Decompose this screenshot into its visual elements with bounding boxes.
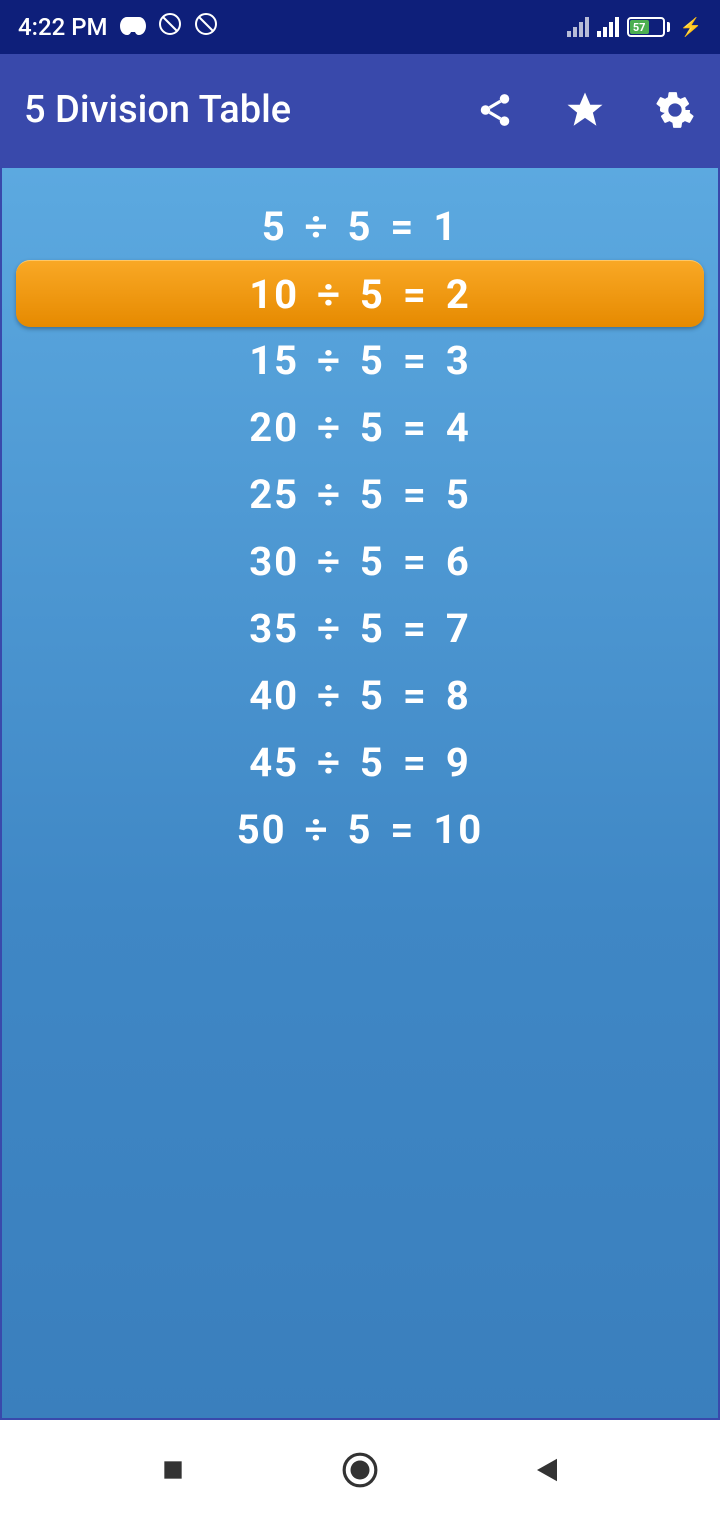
battery-icon: 57 xyxy=(627,17,670,37)
dividend: 15 xyxy=(249,337,299,384)
equals: = xyxy=(390,806,415,853)
divisor: 5 xyxy=(360,271,385,318)
equation: 30 ÷ 5 = 6 xyxy=(249,538,471,585)
dividend: 20 xyxy=(249,404,299,451)
status-right: 57 ⚡ xyxy=(567,17,702,38)
divisor: 5 xyxy=(360,605,385,652)
do-not-disturb-icon xyxy=(158,12,182,42)
signal-icon-1 xyxy=(567,17,589,37)
divisor: 5 xyxy=(347,806,372,853)
divisor: 5 xyxy=(360,739,385,786)
operator: ÷ xyxy=(305,806,330,853)
equals: = xyxy=(390,203,415,250)
operator: ÷ xyxy=(317,471,342,518)
status-time: 4:22 PM xyxy=(18,13,108,41)
table-row[interactable]: 20 ÷ 5 = 4 xyxy=(2,394,718,461)
divisor: 5 xyxy=(360,538,385,585)
share-icon xyxy=(476,91,514,129)
result: 8 xyxy=(446,672,471,719)
operator: ÷ xyxy=(305,203,330,250)
equals: = xyxy=(403,271,428,318)
divisor: 5 xyxy=(360,337,385,384)
status-left: 4:22 PM xyxy=(18,12,218,42)
table-row[interactable]: 10 ÷ 5 = 2 xyxy=(16,260,704,327)
navigation-bar xyxy=(0,1420,720,1520)
operator: ÷ xyxy=(317,672,342,719)
table-row[interactable]: 40 ÷ 5 = 8 xyxy=(2,662,718,729)
square-icon xyxy=(160,1457,186,1483)
result: 7 xyxy=(446,605,471,652)
result: 9 xyxy=(446,739,471,786)
result: 10 xyxy=(433,806,483,853)
equals: = xyxy=(403,337,428,384)
triangle-back-icon xyxy=(532,1455,562,1485)
equation: 35 ÷ 5 = 7 xyxy=(249,605,471,652)
operator: ÷ xyxy=(317,271,342,318)
game-icon xyxy=(120,13,146,41)
dividend: 25 xyxy=(249,471,299,518)
table-row[interactable]: 25 ÷ 5 = 5 xyxy=(2,461,718,528)
result: 5 xyxy=(446,471,471,518)
divisor: 5 xyxy=(360,672,385,719)
equation: 15 ÷ 5 = 3 xyxy=(249,337,471,384)
dividend: 5 xyxy=(262,203,287,250)
equals: = xyxy=(403,605,428,652)
table-row[interactable]: 45 ÷ 5 = 9 xyxy=(2,729,718,796)
app-bar: 5 Division Table xyxy=(0,54,720,166)
result: 1 xyxy=(433,203,458,250)
circle-icon xyxy=(341,1451,379,1489)
table-row[interactable]: 15 ÷ 5 = 3 xyxy=(2,327,718,394)
share-button[interactable] xyxy=(474,89,516,131)
result: 6 xyxy=(446,538,471,585)
settings-button[interactable] xyxy=(654,89,696,131)
dividend: 40 xyxy=(249,672,299,719)
table-row[interactable]: 30 ÷ 5 = 6 xyxy=(2,528,718,595)
equals: = xyxy=(403,471,428,518)
page-title: 5 Division Table xyxy=(24,88,474,132)
nav-recent-button[interactable] xyxy=(148,1445,198,1495)
operator: ÷ xyxy=(317,337,342,384)
result: 2 xyxy=(446,271,471,318)
result: 3 xyxy=(446,337,471,384)
equals: = xyxy=(403,404,428,451)
table-row[interactable]: 35 ÷ 5 = 7 xyxy=(2,595,718,662)
operator: ÷ xyxy=(317,739,342,786)
equals: = xyxy=(403,739,428,786)
result: 4 xyxy=(446,404,471,451)
dividend: 10 xyxy=(249,271,299,318)
no-alarm-icon xyxy=(194,12,218,42)
dividend: 30 xyxy=(249,538,299,585)
equation: 25 ÷ 5 = 5 xyxy=(249,471,471,518)
table-row[interactable]: 50 ÷ 5 = 10 xyxy=(2,796,718,863)
gear-icon xyxy=(655,90,695,130)
charging-icon: ⚡ xyxy=(680,17,702,38)
nav-back-button[interactable] xyxy=(522,1445,572,1495)
divisor: 5 xyxy=(360,404,385,451)
equals: = xyxy=(403,538,428,585)
operator: ÷ xyxy=(317,404,342,451)
nav-home-button[interactable] xyxy=(335,1445,385,1495)
app-actions xyxy=(474,89,696,131)
favorite-button[interactable] xyxy=(564,89,606,131)
equation: 5 ÷ 5 = 1 xyxy=(262,203,459,250)
equation: 40 ÷ 5 = 8 xyxy=(249,672,471,719)
operator: ÷ xyxy=(317,538,342,585)
star-icon xyxy=(564,89,606,131)
operator: ÷ xyxy=(317,605,342,652)
equation: 50 ÷ 5 = 10 xyxy=(237,806,484,853)
equation: 10 ÷ 5 = 2 xyxy=(249,271,471,318)
status-bar: 4:22 PM 57 ⚡ xyxy=(0,0,720,54)
signal-icon-2 xyxy=(597,17,619,37)
dividend: 45 xyxy=(249,739,299,786)
division-table-content[interactable]: 5÷5=110÷5=215÷5=320÷5=425÷5=530÷5=635÷5=… xyxy=(0,166,720,1420)
equation: 45 ÷ 5 = 9 xyxy=(249,739,471,786)
divisor: 5 xyxy=(347,203,372,250)
dividend: 35 xyxy=(249,605,299,652)
table-row[interactable]: 5 ÷ 5 = 1 xyxy=(2,193,718,260)
dividend: 50 xyxy=(237,806,287,853)
equation: 20 ÷ 5 = 4 xyxy=(249,404,471,451)
divisor: 5 xyxy=(360,471,385,518)
equals: = xyxy=(403,672,428,719)
